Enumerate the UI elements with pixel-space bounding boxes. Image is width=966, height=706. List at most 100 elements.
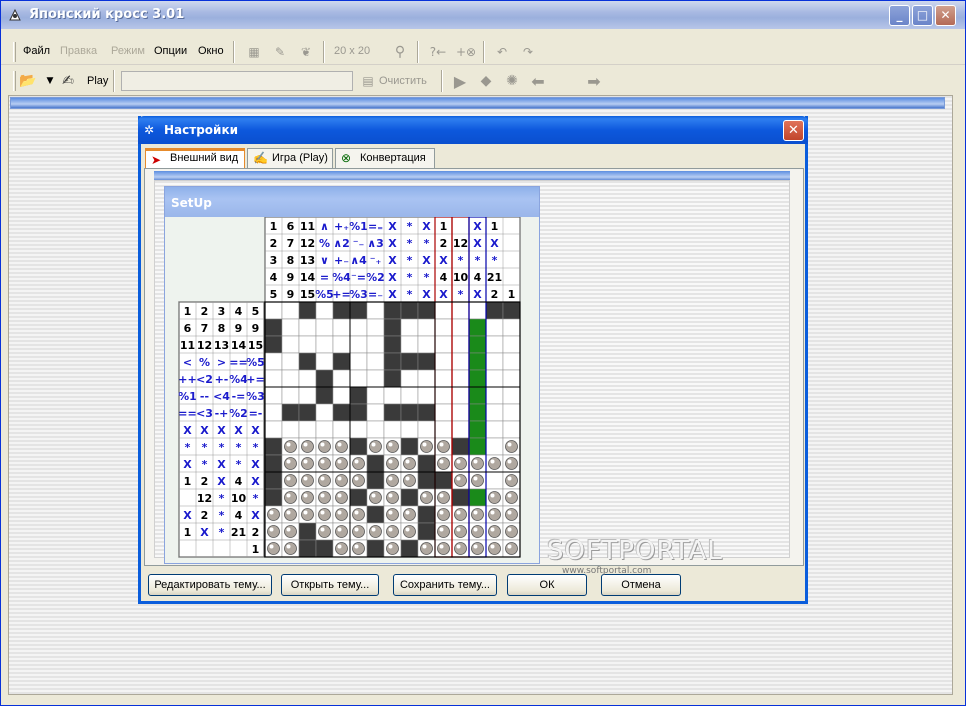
open-folder-icon[interactable]: 📂 (19, 72, 37, 90)
ok-button[interactable]: ОК (507, 574, 587, 596)
open-theme-button[interactable]: Открыть тему... (281, 574, 379, 596)
forward-arrow-icon[interactable]: ➡ (585, 72, 603, 91)
row-clue: X (183, 458, 192, 471)
row-clue: 9 (235, 322, 243, 335)
search-icon[interactable]: ⚲ (391, 43, 409, 61)
menu-mode[interactable]: Режим (111, 45, 145, 57)
ball-cell (386, 508, 399, 521)
play-pencil-icon[interactable]: ✍ (59, 72, 77, 90)
clear-button[interactable]: Очистить (379, 75, 427, 87)
puzzle-combo[interactable] (121, 71, 353, 91)
grid-cell (366, 369, 385, 388)
row-clue: %1 (178, 390, 197, 403)
check-icon[interactable]: +⊗ (456, 43, 476, 61)
close-button[interactable]: ✕ (935, 5, 956, 26)
ball-highlight (456, 476, 461, 481)
ball-cell (488, 525, 501, 538)
grid-cell (417, 471, 436, 490)
maximize-button[interactable]: □ (912, 5, 933, 26)
grid-cell (315, 369, 334, 388)
dialog-close-button[interactable]: ✕ (783, 120, 804, 141)
back-arrow-icon[interactable]: ⬅ (529, 72, 547, 91)
redo-icon[interactable]: ↷ (519, 43, 537, 61)
ball-highlight (269, 510, 274, 515)
grid-cell (383, 403, 402, 422)
row-clue: -= (232, 390, 246, 403)
grid-cell (332, 301, 351, 320)
ball-highlight (490, 510, 495, 515)
grid-cell (298, 386, 317, 405)
grid-cell (264, 301, 283, 320)
row-clue: * (219, 526, 225, 539)
tab-conversion[interactable]: ⊗ Конвертация (335, 148, 435, 168)
menu-toolbar: Файл Правка Режим Опции Окно ▦ ✎ ❦ 20 x … (1, 39, 965, 65)
ball-cell (284, 457, 297, 470)
column-clue: 1 (508, 288, 516, 301)
grid-size-button[interactable]: 20 x 20 (334, 45, 370, 57)
grid-cell (400, 403, 419, 422)
row-clue: 2 (201, 305, 209, 318)
play-arrow-icon[interactable]: ▶ (451, 72, 469, 91)
ball-highlight (354, 459, 359, 464)
row-clue: X (217, 424, 226, 437)
menu-window[interactable]: Окно (198, 45, 224, 57)
ball-highlight (439, 459, 444, 464)
column-clue: ⁻₊ (370, 254, 382, 267)
ball-highlight (490, 459, 495, 464)
ball-cell (386, 525, 399, 538)
dialog-title-bar[interactable]: ✲ Настройки ✕ (138, 116, 808, 144)
clear-icon[interactable]: ▤ (359, 72, 377, 90)
grid-cell (264, 420, 283, 439)
grid-cell (315, 403, 334, 422)
column-clue: 6 (287, 220, 295, 233)
tab-game-play[interactable]: ✍ Игра (Play) (247, 148, 333, 168)
menu-file[interactable]: Файл (23, 45, 50, 57)
grid-cell (434, 301, 453, 320)
edit-theme-button[interactable]: Редактировать тему... (148, 574, 272, 596)
play-button[interactable]: Play (87, 75, 108, 87)
title-bar[interactable]: Японский кросс 3.01 _ □ ✕ (1, 1, 965, 29)
ball-highlight (337, 459, 342, 464)
toolbar-grip[interactable] (13, 42, 16, 62)
grid-cell (366, 454, 385, 473)
ball-cell (505, 491, 518, 504)
pencil-icon[interactable]: ✎ (271, 43, 289, 61)
minimize-button[interactable]: _ (889, 5, 910, 26)
hint-icon[interactable]: ?← (429, 43, 447, 61)
tab-appearance[interactable]: ➤ Внешний вид (145, 148, 245, 168)
column-clue: 21 (487, 271, 502, 284)
grid-cell (400, 539, 419, 558)
undo-icon[interactable]: ↶ (493, 43, 511, 61)
grid-cell (298, 335, 317, 354)
grid-cell (502, 369, 521, 388)
grid-cell (468, 420, 487, 439)
grid-cell (485, 301, 504, 320)
save-theme-button[interactable]: Сохранить тему... (393, 574, 497, 596)
ball-highlight (320, 527, 325, 532)
gear-icon[interactable]: ✺ (503, 72, 521, 90)
toolbar-grip[interactable] (13, 71, 16, 91)
dropdown-arrow-icon[interactable]: ▼ (41, 72, 59, 90)
menu-options[interactable]: Опции (154, 45, 187, 57)
menu-edit[interactable]: Правка (60, 45, 97, 57)
grid-cell (485, 386, 504, 405)
ball-cell (318, 457, 331, 470)
column-clue: * (407, 288, 413, 301)
grid-cell (366, 539, 385, 558)
row-clue: 1 (252, 543, 260, 556)
column-clue: 2 (440, 237, 448, 250)
edit-grid-icon[interactable]: ▦ (245, 43, 263, 61)
ball-highlight (388, 442, 393, 447)
row-clue: == (178, 407, 196, 420)
ball-cell (318, 440, 331, 453)
ball-cell (284, 474, 297, 487)
ball-cell (318, 525, 331, 538)
puzzle-grid[interactable]: 12345678991112131415∧%∨=%5+₊∧2+₋%4+=%1⁻₋… (165, 217, 539, 563)
ball-highlight (473, 510, 478, 515)
eraser-icon[interactable]: ◆ (477, 72, 495, 90)
brain-icon[interactable]: ❦ (297, 43, 315, 61)
cancel-button[interactable]: Отмена (601, 574, 681, 596)
mdi-child-titlebar (10, 97, 945, 109)
ball-highlight (490, 493, 495, 498)
grid-cell (332, 318, 351, 337)
